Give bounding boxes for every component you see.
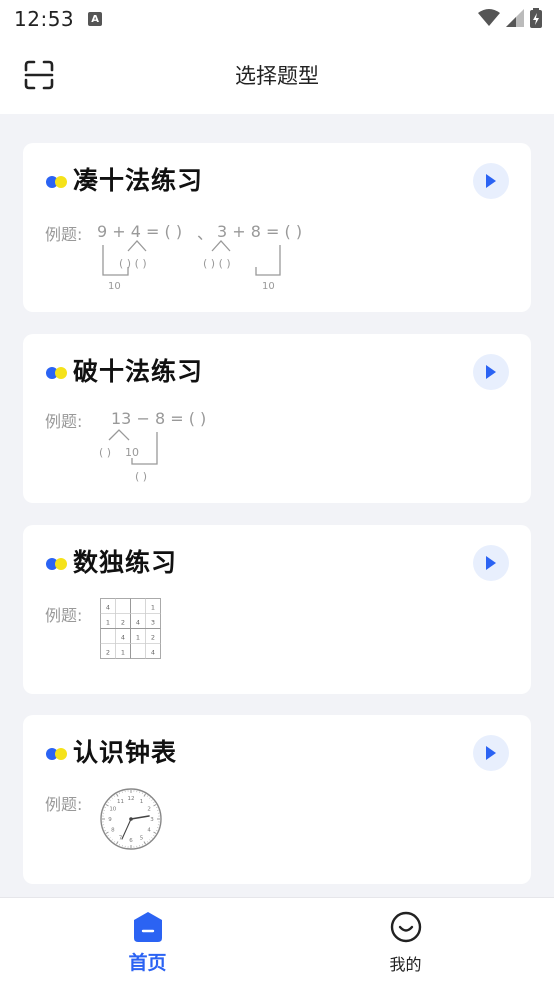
sudoku-grid: 4 1 1 2 4 3 4 1 2 2 1 4 bbox=[100, 598, 161, 659]
play-icon bbox=[486, 174, 496, 188]
sudoku-cell: 1 bbox=[106, 619, 110, 627]
home-icon bbox=[134, 912, 162, 942]
clock-number: 2 bbox=[147, 807, 151, 813]
status-bar: 12:53 A bbox=[0, 0, 554, 38]
sudoku-cell: 4 bbox=[151, 649, 155, 657]
clock-number: 6 bbox=[129, 838, 133, 844]
sudoku-cell: 1 bbox=[136, 634, 140, 642]
sudoku-cell: 4 bbox=[106, 604, 110, 612]
clock-number: 4 bbox=[147, 828, 151, 834]
clock-number: 11 bbox=[117, 799, 124, 805]
clock-number: 3 bbox=[150, 817, 154, 823]
card-title: 凑十法练习 bbox=[73, 166, 204, 195]
page-title: 选择题型 bbox=[235, 64, 319, 88]
ten-label: 10 bbox=[108, 281, 121, 292]
card-break-ten[interactable]: 破十法练习 例题: 13 − 8 = ( ) ( ) 10 ( ) bbox=[23, 334, 531, 503]
example-label: 例题: bbox=[45, 412, 83, 431]
ten-label: 10 bbox=[125, 446, 139, 459]
clock-face: 12 1234567891011 bbox=[100, 788, 162, 850]
clock-number: 12 bbox=[128, 796, 135, 802]
sudoku-cell: 2 bbox=[106, 649, 110, 657]
example-label: 例题: bbox=[45, 606, 83, 625]
split-slots: ( ) ( ) bbox=[203, 257, 231, 270]
clock-number: 1 bbox=[140, 799, 144, 805]
example-label: 例题: bbox=[45, 225, 83, 244]
play-icon bbox=[486, 746, 496, 760]
card-make-ten[interactable]: 凑十法练习 例题: 9 + 4 = ( ) 、 3 + 8 = ( ) ( ) … bbox=[23, 143, 531, 312]
result-slot: ( ) bbox=[135, 470, 147, 483]
card-clock[interactable]: 认识钟表 例题: 12 1 2 3 4 5 6 7 8 9 10 11 bbox=[23, 715, 531, 884]
clock-number: 9 bbox=[108, 817, 112, 823]
signal-icon bbox=[506, 9, 524, 27]
tab-home[interactable]: 首页 bbox=[9, 898, 286, 984]
bullet-dots-icon bbox=[46, 748, 67, 760]
split-slot: ( ) bbox=[99, 446, 111, 459]
clock-number: 8 bbox=[111, 828, 115, 834]
nav-bar: 选择题型 bbox=[0, 38, 554, 114]
card-title: 破十法练习 bbox=[73, 357, 204, 386]
play-button[interactable] bbox=[473, 163, 509, 199]
example-label: 例题: bbox=[45, 795, 83, 814]
example-separator: 、 bbox=[197, 224, 213, 243]
card-title: 数独练习 bbox=[73, 548, 178, 577]
battery-icon bbox=[530, 8, 542, 28]
bullet-dots-icon bbox=[46, 367, 67, 379]
ten-label: 10 bbox=[262, 281, 275, 292]
bullet-dots-icon bbox=[46, 176, 67, 188]
sudoku-cell: 2 bbox=[121, 619, 125, 627]
sudoku-cell: 4 bbox=[121, 634, 125, 642]
clock-number: 10 bbox=[109, 807, 116, 813]
bottom-tab-bar: 首页 我的 bbox=[0, 897, 554, 984]
example-expression: 3 + 8 = ( ) bbox=[217, 222, 302, 241]
example-expression: 9 + 4 = ( ) bbox=[97, 222, 182, 241]
sudoku-cell: 2 bbox=[151, 634, 155, 642]
status-time: 12:53 bbox=[14, 7, 75, 31]
card-sudoku[interactable]: 数独练习 例题: 4 1 1 2 4 3 4 1 2 2 1 4 bbox=[23, 525, 531, 694]
tab-label: 首页 bbox=[128, 952, 167, 974]
status-icons bbox=[478, 8, 542, 28]
card-title: 认识钟表 bbox=[73, 738, 178, 767]
sudoku-cell: 3 bbox=[151, 619, 155, 627]
smiley-icon bbox=[390, 911, 422, 943]
wifi-icon bbox=[478, 9, 500, 26]
tab-mine[interactable]: 我的 bbox=[267, 898, 544, 984]
split-slots: ( ) ( ) bbox=[119, 257, 147, 270]
sudoku-cell: 1 bbox=[151, 604, 155, 612]
play-button[interactable] bbox=[473, 545, 509, 581]
play-icon bbox=[486, 556, 496, 570]
notification-icon: A bbox=[88, 12, 103, 26]
tab-label: 我的 bbox=[389, 955, 422, 974]
sudoku-cell: 4 bbox=[136, 619, 140, 627]
example-expression: 13 − 8 = ( ) bbox=[111, 409, 206, 428]
play-icon bbox=[486, 365, 496, 379]
sudoku-cell: 1 bbox=[121, 649, 125, 657]
break-ten-example: 13 − 8 = ( ) ( ) 10 ( ) bbox=[99, 409, 206, 483]
make-ten-example: 9 + 4 = ( ) 、 3 + 8 = ( ) ( ) ( ) ( ) ( … bbox=[97, 222, 302, 292]
bullet-dots-icon bbox=[46, 558, 67, 570]
play-button[interactable] bbox=[473, 735, 509, 771]
play-button[interactable] bbox=[473, 354, 509, 390]
clock-number: 5 bbox=[140, 835, 144, 841]
